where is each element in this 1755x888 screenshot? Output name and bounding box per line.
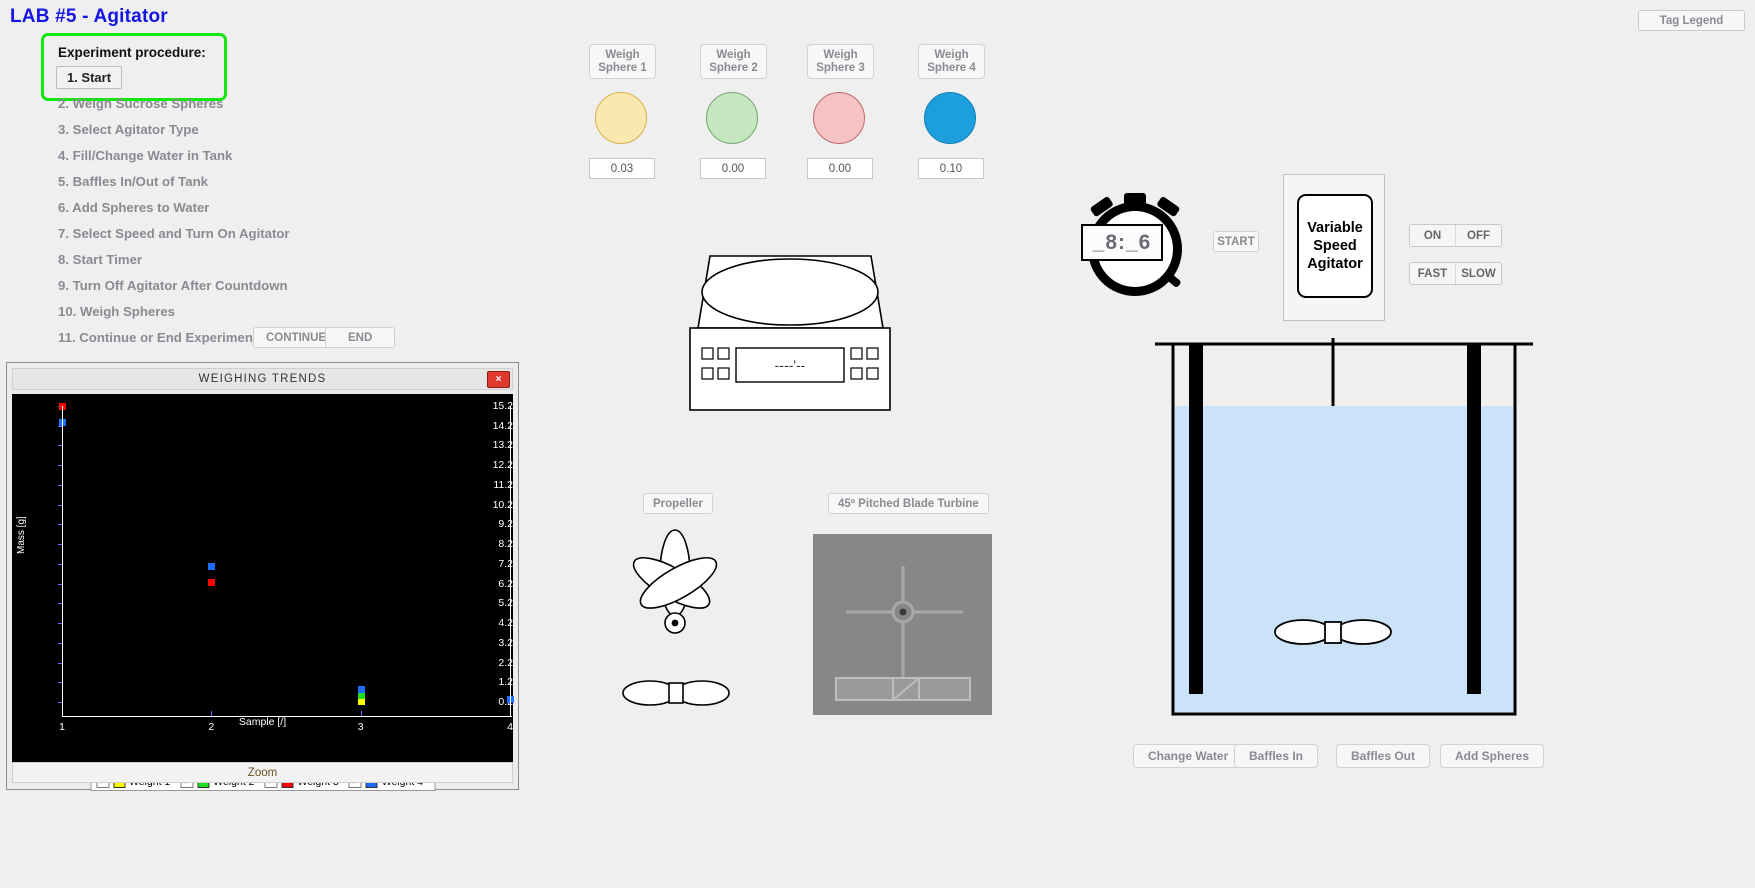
weigh-sphere-3-line2: Sphere 3 xyxy=(816,61,865,74)
chart-y-tick: 13.2 xyxy=(492,439,513,452)
procedure-step-11[interactable]: 11. Continue or End Experiment xyxy=(58,330,257,345)
chart-y-tick: 3.2 xyxy=(498,636,513,649)
chart-plot-area[interactable]: Mass [g] 15.2 14.2 13.2 12.2 11.2 10.2 9.2 8.2 7… xyxy=(12,394,514,791)
agitator-tank[interactable] xyxy=(1155,318,1535,738)
weigh-sphere-2-button[interactable]: Weigh Sphere 2 xyxy=(700,44,767,79)
vsa-line-1: Variable xyxy=(1307,220,1363,236)
chart-y-tick: 5.2 xyxy=(498,597,513,610)
chart-point-weight-4 xyxy=(208,562,216,570)
end-button[interactable]: END xyxy=(325,327,396,348)
pitched-blade-turbine-icon[interactable] xyxy=(813,534,992,720)
timer-display: _8:_6 xyxy=(1081,224,1163,261)
chart-y-tick: 9.2 xyxy=(498,518,513,531)
balance-display-text: ----'-- xyxy=(775,357,806,373)
chart-y-tick: 11.2 xyxy=(493,478,513,491)
chart-y-tick: 4.2 xyxy=(498,617,513,630)
chart-title: WEIGHING TRENDS xyxy=(198,373,327,385)
pitched-blade-turbine-label[interactable]: 45º Pitched Blade Turbine xyxy=(828,493,989,514)
analytical-balance[interactable]: ----'-- xyxy=(688,250,893,425)
step-1-start-button[interactable]: 1. Start xyxy=(56,66,122,89)
tag-legend-button[interactable]: Tag Legend xyxy=(1638,10,1745,31)
procedure-step-8[interactable]: 8. Start Timer xyxy=(58,252,142,267)
chart-x-axis-line xyxy=(62,716,512,717)
weigh-sphere-3-line1: Weigh xyxy=(823,48,858,61)
chart-y-tick: 10.2 xyxy=(492,498,513,511)
sphere-2-mass-value: 0.00 xyxy=(700,158,766,179)
chart-y-tick: 2.2 xyxy=(498,656,513,669)
variable-speed-agitator-label: Variable Speed Agitator xyxy=(1297,194,1373,298)
chart-y-tick: 15.2 xyxy=(492,400,513,412)
chart-y-axis-label: Mass [g] xyxy=(16,516,27,554)
timer-start-button[interactable]: START xyxy=(1213,231,1259,252)
chart-y-axis-line xyxy=(62,406,63,716)
sucrose-sphere-3[interactable] xyxy=(813,92,865,144)
add-spheres-button[interactable]: Add Spheres xyxy=(1440,744,1545,768)
procedure-step-9[interactable]: 9. Turn Off Agitator After Countdown xyxy=(58,278,288,293)
baffles-in-button[interactable]: Baffles In xyxy=(1234,744,1319,768)
chart-title-bar: WEIGHING TRENDS × xyxy=(12,368,513,390)
procedure-step-6[interactable]: 6. Add Spheres to Water xyxy=(58,200,209,215)
baffles-out-button[interactable]: Baffles Out xyxy=(1336,744,1431,768)
procedure-step-2[interactable]: 2. Weigh Sucrose Spheres xyxy=(58,96,223,111)
procedure-step-3[interactable]: 3. Select Agitator Type xyxy=(58,122,199,137)
procedure-step-4[interactable]: 4. Fill/Change Water in Tank xyxy=(58,148,232,163)
change-water-button[interactable]: Change Water xyxy=(1133,744,1244,768)
weigh-sphere-2-line2: Sphere 2 xyxy=(709,61,758,74)
power-control-group: ON OFF xyxy=(1409,224,1502,247)
sphere-1-mass-value: 0.03 xyxy=(589,158,655,179)
propeller-icon[interactable] xyxy=(610,528,740,723)
chart-y-tick: 1.2 xyxy=(498,676,513,689)
chart-point-weight-3 xyxy=(208,578,216,586)
agitator-slow-button[interactable]: SLOW xyxy=(1455,263,1501,284)
sucrose-sphere-2[interactable] xyxy=(706,92,758,144)
chart-y-tick: 14.2 xyxy=(492,419,513,432)
agitator-on-button[interactable]: ON xyxy=(1410,225,1455,246)
agitator-off-button[interactable]: OFF xyxy=(1455,225,1501,246)
procedure-step-10[interactable]: 10. Weigh Spheres xyxy=(58,304,175,319)
weigh-sphere-1-line2: Sphere 1 xyxy=(598,61,647,74)
chart-y-tick: 7.2 xyxy=(498,557,513,570)
vsa-line-3: Agitator xyxy=(1307,256,1363,272)
procedure-heading: Experiment procedure: xyxy=(58,45,206,60)
sucrose-sphere-4[interactable] xyxy=(924,92,976,144)
chart-zoom-button[interactable]: Zoom xyxy=(12,762,513,783)
vsa-line-2: Speed xyxy=(1313,238,1357,254)
weighing-trends-window: WEIGHING TRENDS × Mass [g] 15.2 14.2 13.2 1… xyxy=(6,362,519,791)
sphere-3-mass-value: 0.00 xyxy=(807,158,873,179)
sucrose-sphere-1[interactable] xyxy=(595,92,647,144)
propeller-label[interactable]: Propeller xyxy=(643,493,713,514)
chart-right-axis-line xyxy=(510,406,511,716)
procedure-step-5[interactable]: 5. Baffles In/Out of Tank xyxy=(58,174,208,189)
weigh-sphere-4-line2: Sphere 4 xyxy=(927,61,976,74)
procedure-step-7[interactable]: 7. Select Speed and Turn On Agitator xyxy=(58,226,290,241)
weigh-sphere-4-line1: Weigh xyxy=(934,48,969,61)
chart-y-tick: 8.2 xyxy=(498,538,513,551)
page-title: LAB #5 - Agitator xyxy=(10,6,168,27)
weigh-sphere-3-button[interactable]: Weigh Sphere 3 xyxy=(807,44,874,79)
chart-x-axis-label: Sample [/] xyxy=(238,716,287,728)
chart-y-tick: 12.2 xyxy=(492,459,513,472)
close-icon[interactable]: × xyxy=(487,371,510,388)
sphere-4-mass-value: 0.10 xyxy=(918,158,984,179)
weigh-sphere-1-line1: Weigh xyxy=(605,48,640,61)
speed-control-group: FAST SLOW xyxy=(1409,262,1502,285)
weigh-sphere-2-line1: Weigh xyxy=(716,48,751,61)
weigh-sphere-1-button[interactable]: Weigh Sphere 1 xyxy=(589,44,656,79)
weigh-sphere-4-button[interactable]: Weigh Sphere 4 xyxy=(918,44,985,79)
agitator-fast-button[interactable]: FAST xyxy=(1410,263,1455,284)
chart-point-weight-4 xyxy=(357,686,365,694)
chart-y-tick: 6.2 xyxy=(498,577,513,590)
